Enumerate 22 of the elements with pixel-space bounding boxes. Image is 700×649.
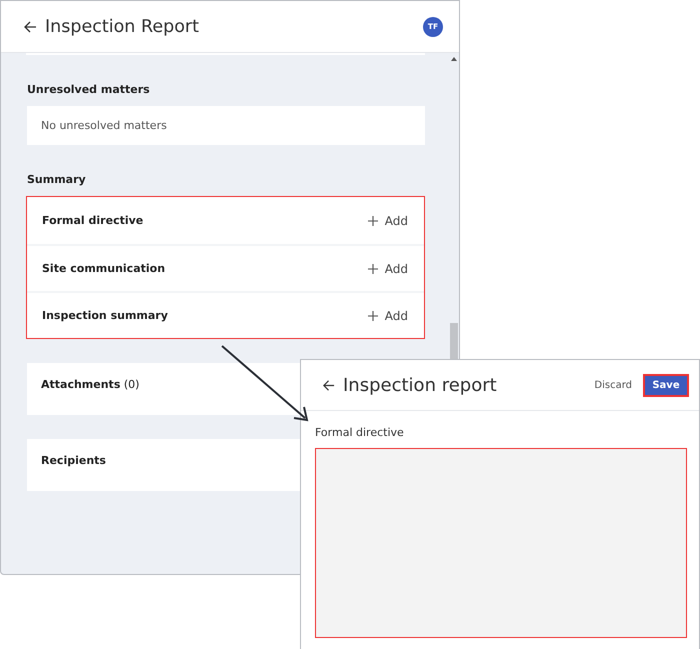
plus-icon [368, 216, 378, 226]
add-button[interactable]: Add [368, 214, 408, 228]
plus-icon [368, 310, 378, 320]
add-button[interactable]: Add [368, 262, 408, 276]
scrollbar-thumb[interactable] [450, 323, 458, 359]
back-icon[interactable] [23, 20, 37, 34]
card-title: Recipients [41, 454, 106, 467]
field-label: Formal directive [315, 426, 405, 439]
scroll-up-icon[interactable] [451, 57, 457, 61]
section-heading: Unresolved matters [27, 83, 151, 96]
item-label: Formal directive [42, 214, 144, 227]
save-button[interactable]: Save [644, 374, 688, 396]
card-title: Attachments (0) [41, 378, 140, 391]
back-icon[interactable] [322, 378, 335, 392]
item-label: Site communication [42, 262, 166, 275]
page-title: Inspection Report [45, 16, 200, 36]
add-button[interactable]: Add [368, 308, 408, 322]
item-label: Inspection summary [42, 309, 169, 322]
discard-button[interactable]: Discard [594, 380, 632, 390]
section-heading: Summary [27, 173, 87, 186]
plus-icon [368, 264, 378, 274]
empty-message: No unresolved matters [41, 119, 167, 132]
